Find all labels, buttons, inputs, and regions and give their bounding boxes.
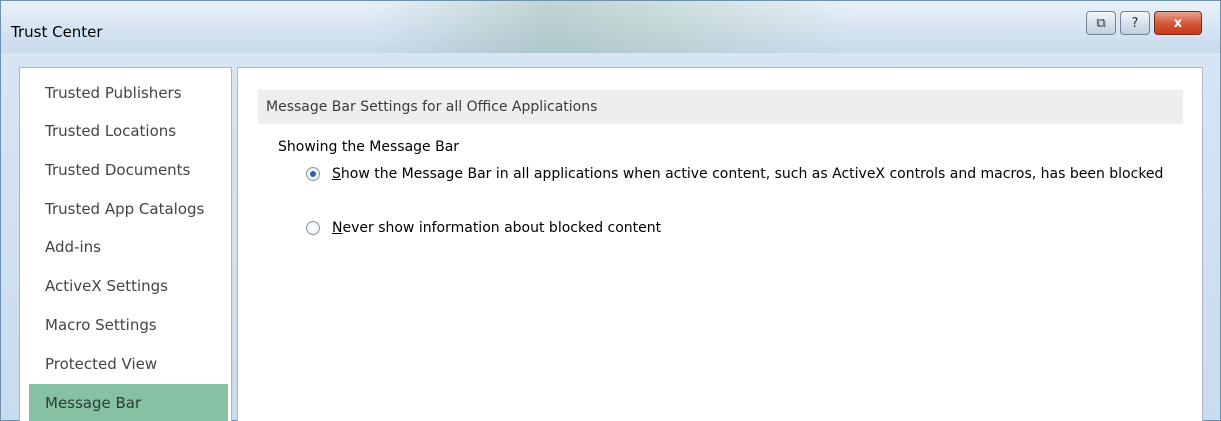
sidebar-item-label: Trusted Locations (45, 122, 177, 140)
option-label: Show the Message Bar in all applications… (332, 165, 1192, 184)
trust-center-window: Trust Center ⧉ ? x Trusted Publishers Tr… (0, 0, 1221, 421)
option-text: ever show information about blocked cont… (342, 220, 662, 236)
restore-button[interactable]: ⧉ (1086, 11, 1116, 35)
sidebar-item-trusted-app-catalogs[interactable]: Trusted App Catalogs (29, 190, 228, 228)
sidebar-item-trusted-publishers[interactable]: Trusted Publishers (29, 74, 228, 112)
radio-selected-icon[interactable] (306, 167, 320, 181)
sidebar-item-message-bar[interactable]: Message Bar (29, 384, 228, 421)
accelerator-key: S (332, 166, 341, 182)
sidebar-item-trusted-locations[interactable]: Trusted Locations (29, 112, 228, 150)
sidebar-item-label: Trusted Publishers (45, 84, 182, 102)
main-panel: Message Bar Settings for all Office Appl… (237, 67, 1203, 421)
sidebar-item-label: Message Bar (45, 394, 142, 412)
help-button[interactable]: ? (1120, 11, 1150, 35)
option-show-message-bar[interactable]: Show the Message Bar in all applications… (306, 165, 1192, 184)
sidebar-item-activex-settings[interactable]: ActiveX Settings (29, 267, 228, 305)
sidebar: Trusted Publishers Trusted Locations Tru… (19, 67, 232, 421)
title-bar: Trust Center ⧉ ? x (1, 1, 1220, 53)
close-button[interactable]: x (1154, 11, 1202, 35)
sidebar-item-label: Add-ins (45, 238, 101, 256)
sidebar-item-label: ActiveX Settings (45, 277, 168, 295)
help-icon: ? (1131, 15, 1139, 31)
section-header: Message Bar Settings for all Office Appl… (258, 90, 1183, 124)
close-icon: x (1173, 15, 1183, 31)
restore-icon: ⧉ (1096, 15, 1106, 31)
option-label: Never show information about blocked con… (332, 219, 1192, 238)
group-label: Showing the Message Bar (278, 139, 460, 155)
sidebar-item-add-ins[interactable]: Add-ins (29, 228, 228, 266)
option-never-show-info[interactable]: Never show information about blocked con… (306, 219, 1192, 238)
sidebar-item-label: Macro Settings (45, 316, 157, 334)
window-controls: ⧉ ? x (1086, 11, 1202, 35)
accelerator-key: N (332, 220, 343, 236)
sidebar-item-macro-settings[interactable]: Macro Settings (29, 306, 228, 344)
sidebar-item-label: Protected View (45, 355, 158, 373)
radio-unselected-icon[interactable] (306, 221, 320, 235)
option-text: how the Message Bar in all applications … (340, 166, 1164, 182)
sidebar-item-label: Trusted Documents (45, 161, 191, 179)
sidebar-item-protected-view[interactable]: Protected View (29, 345, 228, 383)
window-title: Trust Center (11, 23, 103, 41)
sidebar-item-label: Trusted App Catalogs (45, 200, 205, 218)
sidebar-item-trusted-documents[interactable]: Trusted Documents (29, 151, 228, 189)
